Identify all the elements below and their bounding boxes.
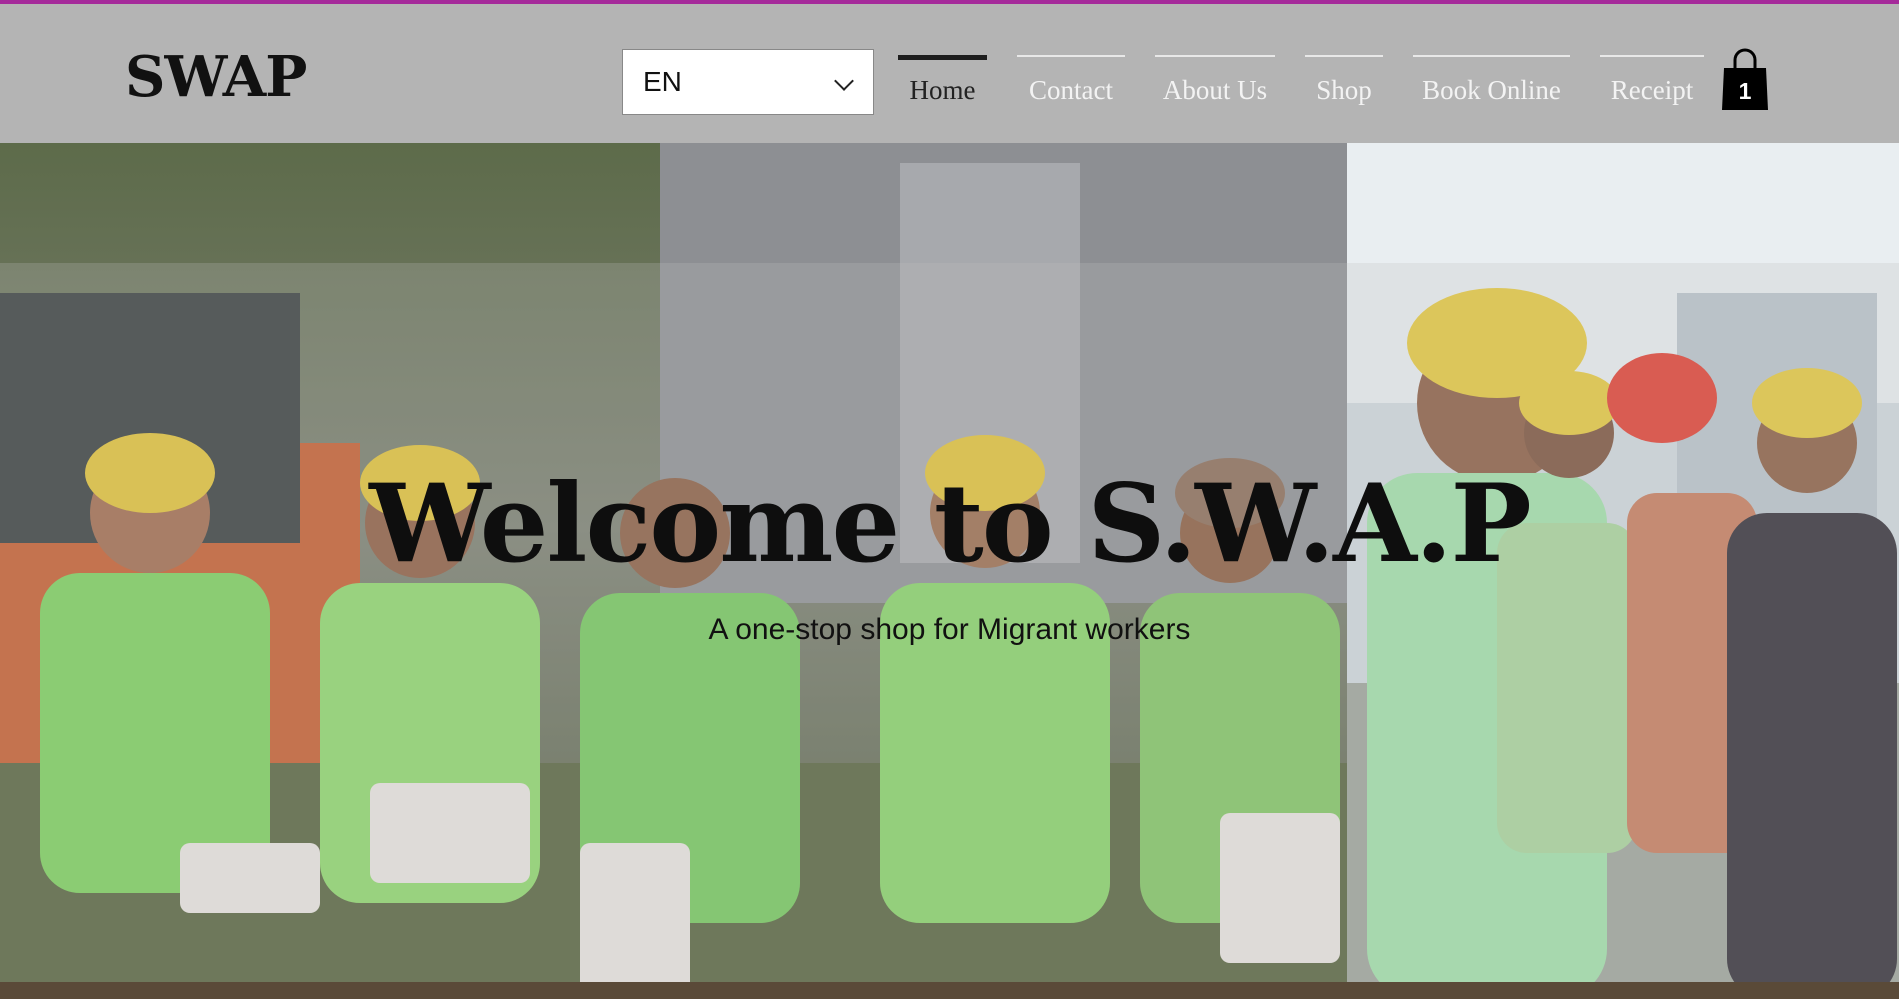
nav-home[interactable]: Home [898,55,987,120]
language-selector[interactable]: EN [622,49,874,115]
nav-contact[interactable]: Contact [1017,55,1125,117]
nav-about-us[interactable]: About Us [1155,55,1275,117]
site-logo[interactable]: SWAP [125,44,307,110]
nav-receipt[interactable]: Receipt [1600,55,1704,117]
cart-count: 1 [1738,78,1752,104]
site-header: SWAP EN Home Contact About Us Shop Book … [0,4,1899,143]
nav-shop[interactable]: Shop [1305,55,1383,117]
chevron-down-icon [834,71,854,91]
hero-subtitle: A one-stop shop for Migrant workers [708,613,1191,646]
cart-button[interactable]: 1 [1720,48,1770,112]
hero-section: Welcome to S.W.A.P A one-stop shop for M… [0,143,1899,999]
bottom-strip [0,982,1899,999]
hero-title: Welcome to S.W.A.P [369,461,1532,587]
language-selected: EN [643,66,682,97]
nav-book-online[interactable]: Book Online [1413,55,1570,117]
